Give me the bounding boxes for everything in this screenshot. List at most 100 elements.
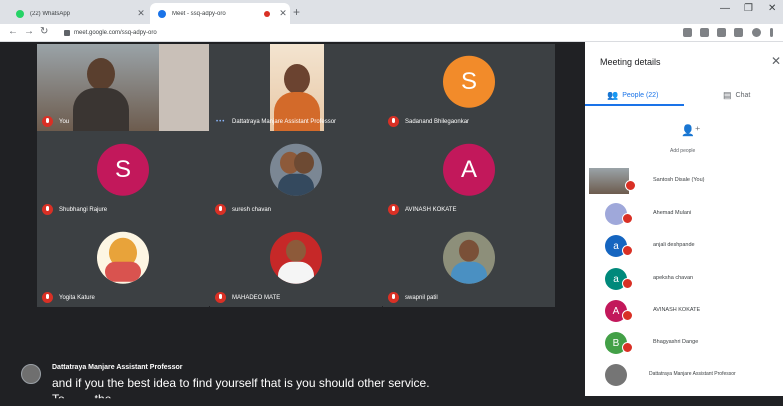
mic-muted-icon [42,292,53,303]
avatar [270,231,322,284]
participant-row[interactable]: Ahemad Mulani [585,199,783,229]
tab-people[interactable]: 👥 People (22) [607,90,658,101]
participant-tile[interactable]: ••• Dattatraya Manjare Assistant Profess… [210,44,382,131]
participant-tile[interactable]: S Shubhangi Rajure [37,132,209,219]
mic-muted-icon [215,204,226,215]
meet-stage: You ••• Dattatraya Manjare Assistant Pro… [0,42,585,398]
participant-row[interactable]: Santosh Disale (You) [585,166,783,196]
reload-icon[interactable]: ↻ [40,26,48,37]
mic-muted-icon [388,292,399,303]
participant-name: apeksha chavan [653,275,694,281]
profile-avatar[interactable] [752,28,761,37]
star-icon[interactable] [700,28,709,37]
tab-title: (22) WhatsApp [30,10,71,17]
participant-name: Ahemad Mulani [653,210,692,216]
participant-name: Dattatraya Manjare Assistant Professor [649,371,736,377]
whatsapp-icon [16,9,24,18]
mic-muted-icon [622,342,633,353]
add-people-button[interactable]: Add people [670,148,695,154]
tab-label: Chat [735,92,751,99]
meeting-details-panel: Meeting details ✕ 👥 People (22) ▤ Chat 👤… [585,42,783,396]
tab-chat[interactable]: ▤ Chat [723,90,750,101]
add-person-icon[interactable]: 👤⁺ [681,124,701,137]
tab-label: People (22) [622,92,659,99]
participant-tile[interactable]: S Sadanand Bhilegaonkar [383,44,555,131]
participant-name: Santosh Disale (You) [653,177,705,183]
participant-name: You [59,119,70,125]
participant-tile[interactable]: MAHADEO MATE [210,220,382,307]
menu-icon[interactable] [770,28,773,37]
speaking-indicator: ••• [216,119,226,125]
participant-name: swapnil patil [405,295,438,301]
active-tab-indicator [585,104,684,106]
participant-row[interactable]: a anjali deshpande [585,231,783,261]
url-text: meet.google.com/ssq-adpy-oro [74,30,157,36]
extension-icon[interactable] [734,28,743,37]
minimize-icon[interactable]: — [720,3,730,14]
address-bar[interactable]: meet.google.com/ssq-adpy-oro [64,26,674,40]
close-window-icon[interactable]: ✕ [768,3,776,14]
back-icon[interactable]: ← [8,26,18,37]
participant-name: AVINASH KOKATE [653,307,701,313]
avatar: A [443,143,495,196]
avatar [589,168,629,194]
close-icon[interactable]: ✕ [276,8,290,19]
participant-grid: You ••• Dattatraya Manjare Assistant Pro… [37,44,555,307]
participant-name: Shubhangi Rajure [59,207,108,213]
new-tab-button[interactable]: + [293,5,300,19]
avatar: S [443,55,495,108]
close-icon[interactable]: ✕ [771,54,781,68]
chat-icon: ▤ [723,90,732,100]
caption-text: and if you the best idea to find yoursel… [52,376,430,390]
meet-icon [158,9,166,18]
participant-row[interactable]: A AVINASH KOKATE [585,296,783,326]
participant-name: AVINASH KOKATE [405,207,457,213]
panel-title: Meeting details [600,57,661,67]
mic-muted-icon [622,245,633,256]
caption-text-next: To ... ... the ... ... ... [52,392,152,406]
avatar: S [97,143,149,196]
forward-icon[interactable]: → [24,26,34,37]
avatar [443,231,495,284]
participant-name: suresh chavan [232,207,272,213]
participant-tile[interactable]: swapnil patil [383,220,555,307]
mic-muted-icon [622,310,633,321]
mic-muted-icon [388,204,399,215]
tab-meet[interactable]: Meet - ssq-adpy-oro ✕ [150,3,290,24]
lock-icon [64,30,70,36]
mic-muted-icon [42,116,53,127]
avatar [605,364,627,386]
participant-name: MAHADEO MATE [232,295,281,301]
participant-tile[interactable]: Yogita Kature [37,220,209,307]
participant-tile[interactable]: A AVINASH KOKATE [383,132,555,219]
tab-title: Meet - ssq-adpy-oro [172,10,226,17]
close-icon[interactable]: ✕ [134,8,148,19]
participant-name: Yogita Kature [59,295,95,301]
people-icon: 👥 [607,90,619,100]
mic-muted-icon [42,204,53,215]
extension-icon[interactable] [717,28,726,37]
tab-strip: (22) WhatsApp ✕ Meet - ssq-adpy-oro ✕ + … [0,0,783,24]
mic-muted-icon [622,278,633,289]
video-feed [37,44,209,131]
video-feed [270,44,324,131]
mic-muted-icon [625,180,636,191]
tab-whatsapp[interactable]: (22) WhatsApp ✕ [8,3,148,24]
speaker-avatar [21,364,41,384]
browser-window: (22) WhatsApp ✕ Meet - ssq-adpy-oro ✕ + … [0,0,783,398]
maximize-icon[interactable]: ❐ [744,3,753,14]
participant-tile[interactable]: suresh chavan [210,132,382,219]
participant-row[interactable]: Dattatraya Manjare Assistant Professor [585,360,783,390]
caption-speaker: Dattatraya Manjare Assistant Professor [52,364,183,371]
address-toolbar: ← → ↻ meet.google.com/ssq-adpy-oro [0,24,783,42]
participant-tile[interactable]: You [37,44,209,131]
participant-name: Bhagyashri Dange [653,339,699,345]
camera-icon[interactable] [683,28,692,37]
participant-row[interactable]: B Bhagyashri Dange [585,328,783,358]
avatar [97,231,149,284]
participant-name: Sadanand Bhilegaonkar [405,119,470,125]
mic-muted-icon [215,292,226,303]
participant-name: Dattatraya Manjare Assistant Professor [232,119,337,125]
participant-row[interactable]: a apeksha chavan [585,264,783,294]
mic-muted-icon [388,116,399,127]
